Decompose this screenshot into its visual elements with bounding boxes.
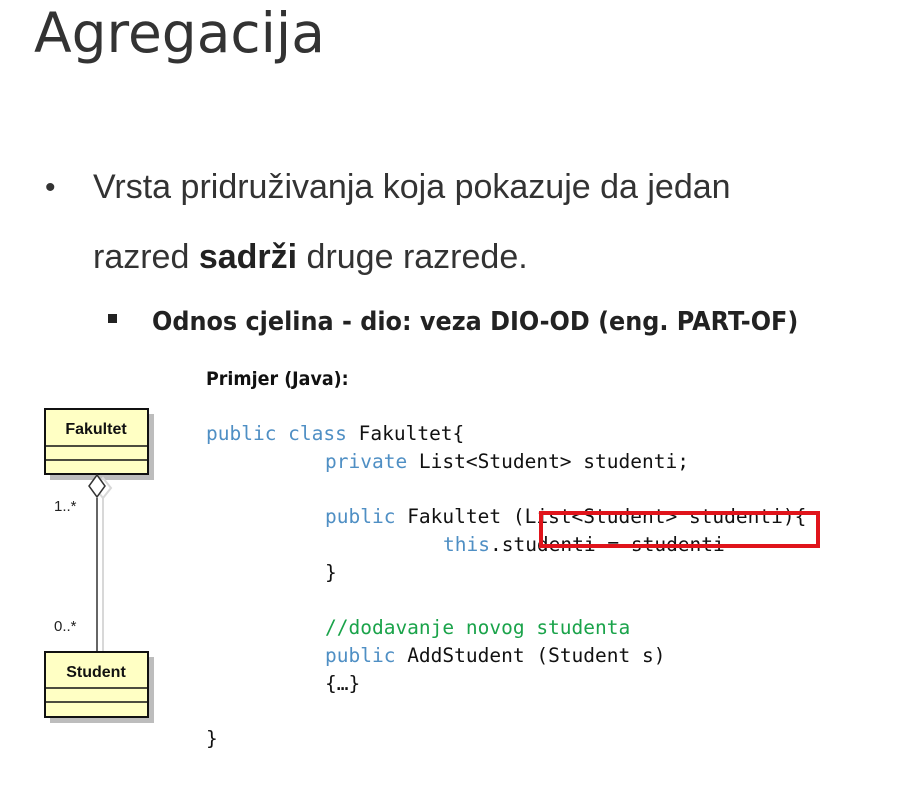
multiplicity-top: 1..* <box>54 498 77 515</box>
multiplicity-bottom: 0..* <box>54 618 77 635</box>
class-name-student: Student <box>66 664 126 681</box>
class-name-fakultet: Fakultet <box>65 421 127 438</box>
uml-diagram: Fakultet Student 1..* 0..* <box>44 408 154 723</box>
class-box-fakultet <box>44 408 149 475</box>
class-box-student <box>44 651 149 718</box>
